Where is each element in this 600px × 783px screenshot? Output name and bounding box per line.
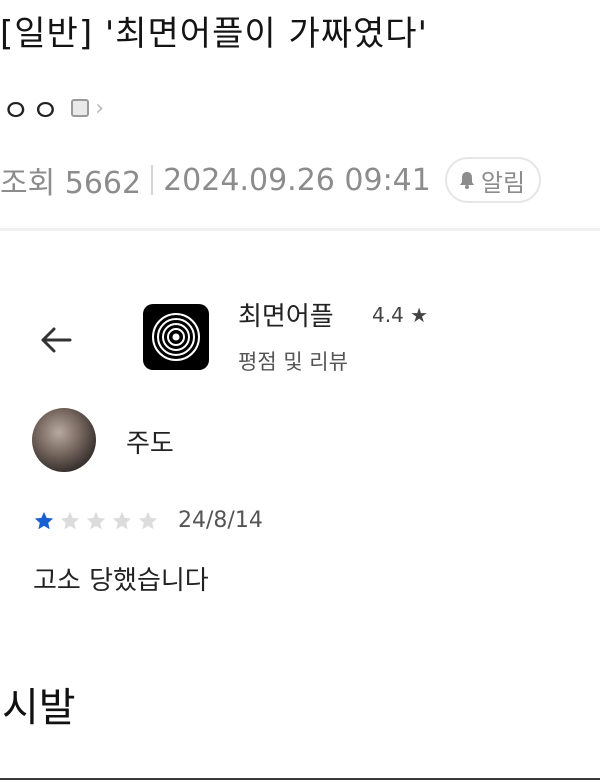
post-body: 시발 [2,685,76,731]
review-stars [33,510,163,532]
author-row[interactable]: ㅇㅇ › [2,86,105,130]
review-text: 고소 당했습니다 [33,566,209,596]
star-empty-icon [86,511,106,530]
alarm-label: 알림 [480,168,526,197]
bottom-divider [0,778,600,780]
star-empty-icon [60,511,80,530]
star-empty-icon [112,511,132,530]
meta-divider [151,165,154,195]
ratings-reviews-subtitle: 평점 및 리뷰 [238,350,348,374]
alarm-button[interactable]: 알림 [444,157,542,203]
header-divider [0,228,600,231]
memo-icon [71,99,90,117]
star-empty-icon [138,511,158,530]
post-title: [일반] '최면어플이 가짜였다' [0,14,428,54]
star-filled-icon [34,511,54,530]
view-count: 조회 5662 [0,166,142,201]
reviewer-name: 주도 [126,429,174,459]
app-name: 최면어플 [238,302,334,332]
avatar [32,408,96,472]
review-date: 24/8/14 [178,508,263,533]
star-icon: ★ [410,303,429,327]
post-datetime: 2024.09.26 09:41 [163,162,431,198]
bell-icon [459,172,474,189]
app-icon [143,304,209,370]
app-rating: 4.4 ★ [372,303,428,327]
chevron-right-icon: › [95,95,105,121]
app-rating-value: 4.4 [372,303,404,327]
author-name[interactable]: ㅇㅇ [2,86,61,130]
post-meta: 조회 5662 2024.09.26 09:41 알림 [0,150,542,210]
back-arrow-icon [41,327,72,353]
